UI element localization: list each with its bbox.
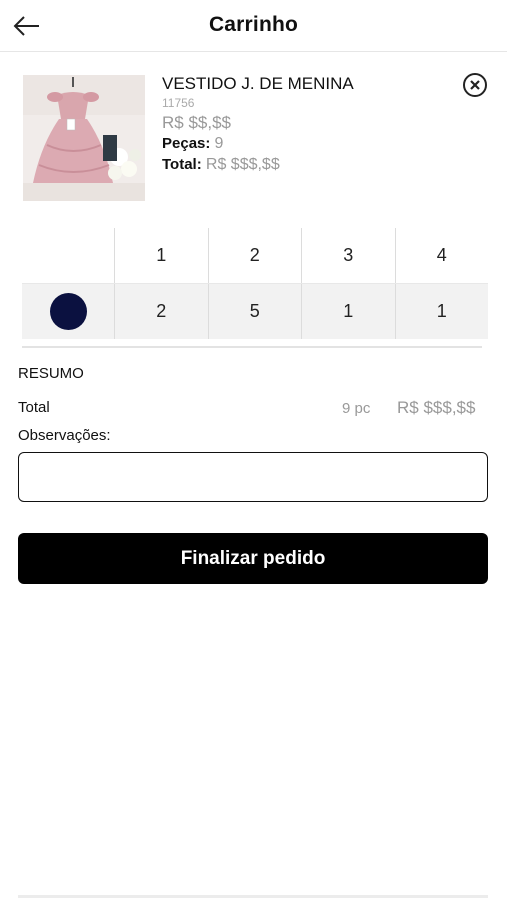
summary-title: RESUMO <box>18 365 84 382</box>
product-image[interactable] <box>23 75 145 201</box>
close-circle-icon <box>463 73 487 97</box>
observations-label: Observações: <box>18 427 111 444</box>
quantity-cell[interactable]: 5 <box>207 284 302 339</box>
product-price: R$ $$,$$ <box>162 113 231 132</box>
summary-total-pieces: 9 pc <box>342 400 371 417</box>
product-info: VESTIDO J. DE MENINA 11756 R$ $$,$$ Peça… <box>162 74 452 175</box>
grid-corner <box>22 228 114 283</box>
product-name: VESTIDO J. DE MENINA <box>162 74 354 93</box>
product-pieces: Peças: 9 <box>162 133 452 154</box>
size-label: 4 <box>394 228 489 283</box>
size-quantity-grid: 1 2 3 4 2 5 1 1 <box>22 228 488 339</box>
size-label: 2 <box>207 228 302 283</box>
quantity-row: 2 5 1 1 <box>22 284 488 339</box>
observations-input[interactable] <box>18 452 488 502</box>
app-header: Carrinho <box>0 0 507 52</box>
finish-order-button[interactable]: Finalizar pedido <box>18 533 488 584</box>
size-label: 3 <box>301 228 395 283</box>
quantity-cell[interactable]: 1 <box>394 284 489 339</box>
page-title: Carrinho <box>208 13 299 36</box>
bottom-edge <box>18 895 488 898</box>
remove-item-button[interactable] <box>462 72 488 98</box>
color-swatch <box>49 293 87 330</box>
quantity-cell[interactable]: 1 <box>301 284 395 339</box>
pieces-label: Peças: <box>162 135 211 152</box>
summary-total-label: Total <box>18 399 50 416</box>
section-divider <box>22 346 482 348</box>
product-total-label: Total: <box>162 156 202 173</box>
size-header-row: 1 2 3 4 <box>22 228 488 283</box>
summary-total-value: R$ $$$,$$ <box>397 398 476 417</box>
product-code: 11756 <box>162 96 195 110</box>
cart-item: VESTIDO J. DE MENINA 11756 R$ $$,$$ Peça… <box>0 52 507 222</box>
product-total-value: R$ $$$,$$ <box>205 156 280 173</box>
pieces-value: 9 <box>214 135 224 152</box>
quantity-cell[interactable]: 2 <box>114 284 208 339</box>
color-cell <box>22 284 114 339</box>
product-total: Total: R$ $$$,$$ <box>162 154 452 175</box>
size-label: 1 <box>114 228 208 283</box>
